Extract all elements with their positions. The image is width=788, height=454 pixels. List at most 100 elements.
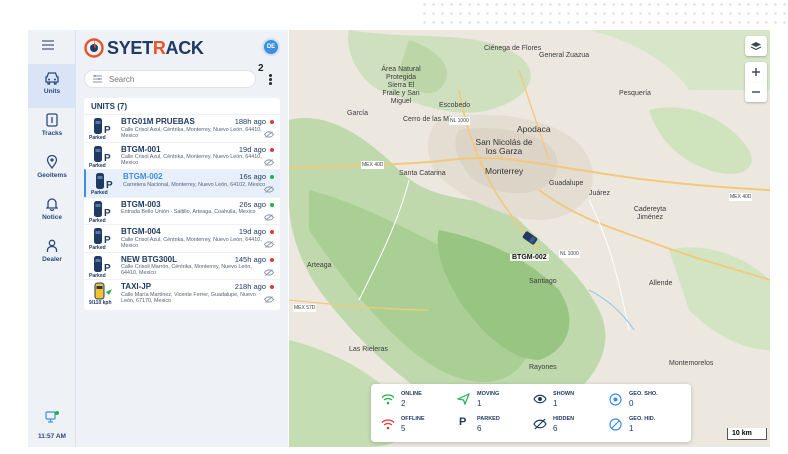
route-icon — [46, 113, 58, 127]
device-status-icon[interactable] — [44, 410, 60, 424]
eye-icon — [533, 394, 547, 404]
layers-icon — [750, 41, 762, 50]
rail-item-geoitems[interactable]: Geoitems — [28, 148, 76, 192]
status-dot — [270, 230, 274, 234]
map-label-montemorelos: Montemorelos — [669, 360, 714, 367]
map-label-santiago: Santiago — [529, 278, 557, 285]
minus-icon — [752, 91, 760, 93]
eye-toggle-icon[interactable] — [264, 186, 274, 193]
unit-name: TAXI-JP — [121, 282, 152, 291]
map-label-general-zuazua: General Zuazua — [539, 52, 590, 59]
clock-time: 11:57 AM — [38, 433, 66, 440]
legend-parked-value: 6 — [477, 424, 482, 433]
legend-moving-label: MOVING — [477, 391, 500, 397]
map-label-rayones: Rayones — [529, 364, 557, 371]
legend-moving[interactable]: MOVING 1 — [457, 390, 533, 412]
unit-name: BTGM-003 — [121, 199, 161, 209]
unit-row[interactable]: 9/110 kph TAXI-JP 218h ago Calle María Mart… — [84, 279, 280, 307]
eye-toggle-icon[interactable] — [264, 268, 274, 276]
map-label-apodaca: Apodaca — [517, 124, 551, 134]
map-label-guadalupe: Guadalupe — [549, 180, 584, 187]
unit-last-seen: 145h ago — [234, 254, 266, 264]
search-box[interactable] — [84, 70, 256, 88]
vehicle-label: BTGM-002 — [510, 254, 549, 261]
legend-geo-hidden[interactable]: GEO. HID. 1 — [609, 415, 685, 437]
unit-address: Calle Crisol Azul, Céntrika, Monterrey, … — [121, 154, 262, 166]
legend-shown[interactable]: SHOWN 1 — [533, 390, 609, 412]
decorative-dots — [420, 0, 788, 30]
user-avatar[interactable]: DE — [262, 38, 280, 56]
legend-shown-value: 1 — [553, 399, 558, 408]
eye-toggle-icon[interactable] — [264, 158, 274, 166]
status-dot — [270, 202, 274, 207]
nav-rail: Units Tracks Geoitems Notice Dealer 11:5… — [28, 30, 76, 447]
vehicle-marker-icon[interactable] — [521, 230, 539, 246]
units-list: UNITS (7) P Parked BTG01M PRUEBAS 188h ago C… — [84, 98, 280, 310]
road-shield: NL 1000 — [449, 117, 470, 125]
rail-item-dealer[interactable]: Dealer — [28, 232, 76, 276]
legend-hidden[interactable]: HIDDEN 6 — [533, 415, 609, 437]
legend-offline[interactable]: OFFLINE 5 — [381, 415, 457, 437]
legend-geo-shown[interactable]: GEO. SHO. 0 — [609, 390, 685, 412]
unit-row[interactable]: P Parked BTGM-003 26s ago Entrada Bello Unió… — [84, 196, 280, 225]
units-title: UNITS (7) — [91, 102, 127, 111]
unit-row[interactable]: P Parked NEW BTG300L 145h ago Calle Crisoli … — [84, 251, 280, 280]
eye-toggle-icon[interactable] — [264, 296, 274, 303]
status-dot — [270, 175, 274, 179]
unit-row[interactable]: P Parked BTGM-004 19d ago Calle Crisol Azul,… — [84, 224, 280, 252]
eye-toggle-icon[interactable] — [264, 213, 274, 221]
rail-item-label: Geoitems — [37, 172, 67, 179]
unit-row[interactable]: P Parked BTG01M PRUEBAS 188h ago Calle Criso… — [84, 114, 280, 142]
legend-geo-hidden-label: GEO. HID. — [629, 416, 656, 422]
unit-address: Carretera Nacional, Monterrey, Nuevo Leó… — [123, 181, 266, 188]
zoom-out-button[interactable] — [745, 82, 767, 102]
map-label-allende: Allende — [649, 280, 673, 287]
rail-item-tracks[interactable]: Tracks — [28, 106, 76, 150]
layers-button[interactable] — [745, 36, 767, 56]
legend-online[interactable]: ONLINE 2 — [381, 390, 457, 412]
unit-row[interactable]: P Parked BTGM-002 16s ago Carretera Nacional… — [84, 169, 280, 197]
plus-icon — [752, 68, 760, 76]
unit-state: Parked — [89, 272, 106, 279]
status-dot — [270, 120, 274, 124]
bell-icon — [46, 198, 58, 211]
rail-item-units[interactable]: Units — [28, 64, 76, 108]
map-view[interactable]: Área Natural Protegida Sierra El Fraile … — [289, 30, 770, 447]
map-scale: 10 km — [727, 428, 767, 440]
legend-hidden-label: HIDDEN — [553, 416, 575, 422]
rail-item-notice[interactable]: Notice — [28, 190, 76, 234]
legend-offline-label: OFFLINE — [401, 416, 425, 422]
wifi-offline-icon — [381, 419, 395, 430]
unit-address: Calle Crisoli Marrón, Céntrika, Monterre… — [121, 264, 252, 276]
unit-state: Parked — [91, 190, 108, 196]
filter-list-icon[interactable] — [92, 74, 103, 84]
eye-toggle-icon[interactable] — [264, 131, 274, 138]
map-label-santa-catarina: Santa Catarina — [399, 170, 446, 177]
geofence-shown-icon — [609, 393, 622, 406]
location-pin-icon — [46, 155, 58, 169]
road-shield: MEX 40D — [361, 161, 385, 169]
rail-item-label: Notice — [42, 214, 62, 221]
unit-name: NEW BTG300L — [121, 254, 178, 264]
road-shield: MEX 40D — [729, 193, 753, 201]
unit-last-seen: 19d ago — [238, 227, 266, 236]
unit-state: Parked — [89, 162, 106, 169]
selection-count: 2 — [258, 63, 264, 74]
unit-row[interactable]: P Parked BTGM-001 19d ago Calle Crisol Azul,… — [84, 141, 280, 170]
brand-logo[interactable]: SYETRACK — [84, 37, 204, 59]
geofence-hidden-icon — [609, 418, 622, 431]
more-options-icon[interactable] — [269, 74, 272, 86]
legend-online-label: ONLINE — [401, 391, 422, 397]
eye-toggle-icon[interactable] — [264, 241, 274, 248]
eye-off-icon — [533, 418, 547, 430]
hamburger-menu-icon[interactable] — [42, 40, 54, 50]
map-label-cienega: Ciénega de Flores — [484, 45, 542, 52]
search-input[interactable] — [109, 73, 249, 85]
legend-parked[interactable]: P PARKED 6 — [457, 415, 533, 437]
map-label-escobedo: Escobedo — [439, 102, 471, 109]
person-icon — [46, 239, 58, 252]
zoom-in-button[interactable] — [745, 62, 767, 82]
unit-name: BTGM-001 — [121, 144, 161, 154]
legend-hidden-value: 6 — [553, 424, 558, 433]
logo-mark-icon — [84, 38, 104, 58]
